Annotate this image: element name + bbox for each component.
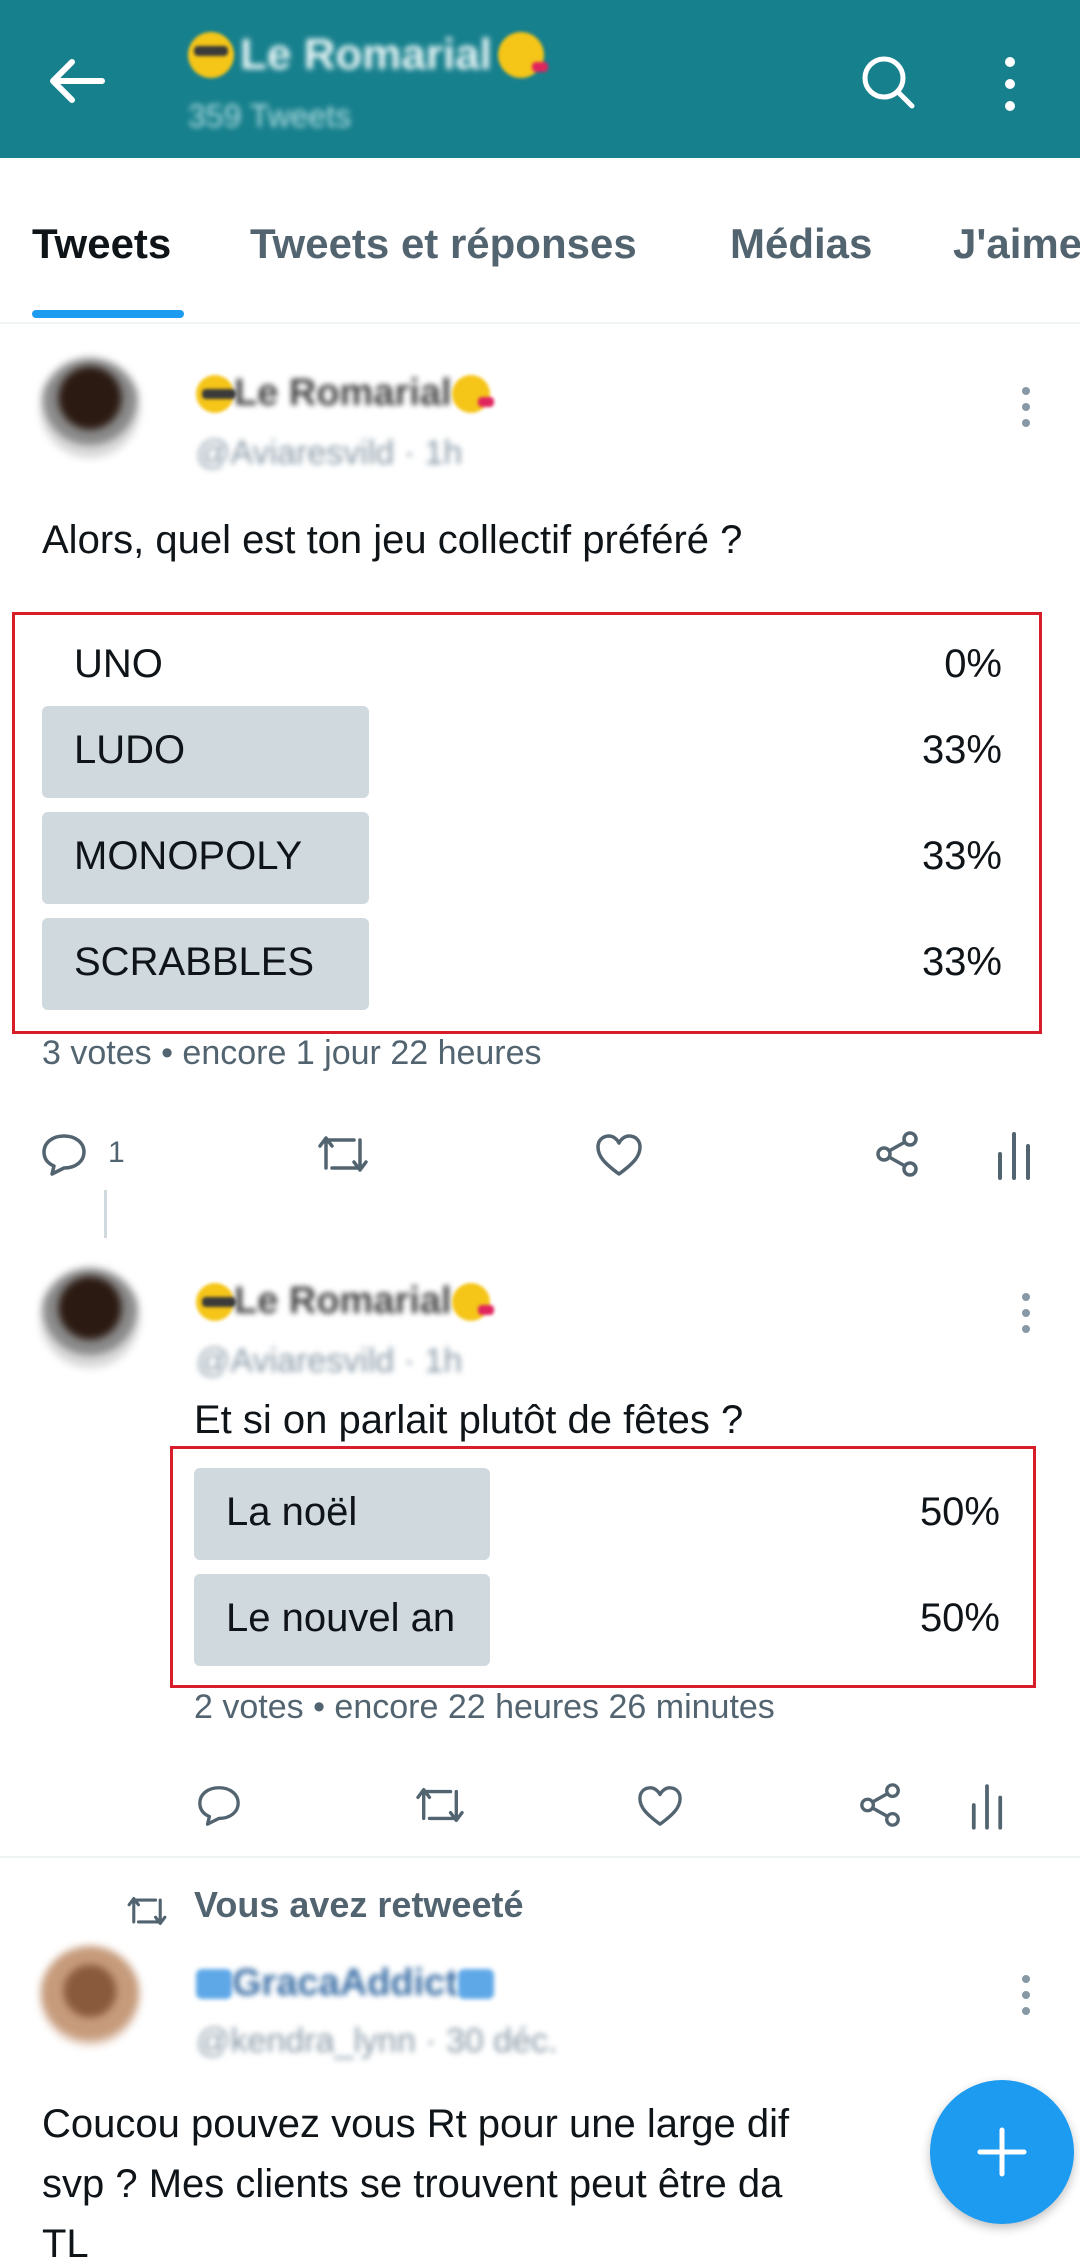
analytics-icon[interactable]	[996, 1130, 1032, 1180]
more-vertical-icon[interactable]	[995, 56, 1025, 112]
avatar[interactable]	[40, 1268, 140, 1368]
retweet-icon[interactable]	[414, 1782, 466, 1828]
poll-meta: 2 votes • encore 22 heures 26 minutes	[194, 1688, 775, 1726]
compose-tweet-button[interactable]	[930, 2080, 1074, 2224]
tab-tweets[interactable]: Tweets	[32, 220, 171, 268]
poll-option-percent: 50%	[919, 1596, 1000, 1640]
tweet-count: 359 Tweets	[188, 98, 352, 134]
like-icon[interactable]	[594, 1132, 644, 1178]
reply-icon[interactable]	[196, 1782, 242, 1828]
active-tab-indicator	[32, 310, 184, 318]
tweet-text-line: svp ? Mes clients se trouvent peut être …	[42, 2162, 783, 2206]
poll-option: La noël 50%	[194, 1468, 1000, 1560]
reply-count: 1	[108, 1136, 125, 1169]
tweet-divider	[0, 1856, 1080, 1858]
poll-meta: 3 votes • encore 1 jour 22 heures	[42, 1034, 542, 1072]
share-icon[interactable]	[874, 1130, 922, 1178]
poll-option: UNO 0%	[42, 620, 1002, 712]
retweeted-icon	[127, 1896, 167, 1925]
tweet-text-line: Coucou pouvez vous Rt pour une large dif	[42, 2102, 790, 2146]
tab-likes[interactable]: J'aime	[953, 220, 1080, 268]
sunglasses-emoji-icon	[196, 374, 236, 413]
tweet-handle: @Aviaresvild · 1h	[196, 1342, 463, 1380]
like-icon[interactable]	[636, 1784, 684, 1828]
tweet-handle: @Aviaresvild · 1h	[196, 434, 463, 472]
retweet-label: Vous avez retweeté	[194, 1884, 524, 1925]
bow-emoji-icon	[457, 1968, 494, 1999]
poll-option-label: SCRABBLES	[74, 940, 315, 984]
tweet-handle: @kendra_lynn · 30 déc.	[196, 2022, 558, 2060]
tweet-text: Et si on parlait plutôt de fêtes ?	[194, 1398, 744, 1442]
profile-tabs: Tweets Tweets et réponses Médias J'aime	[0, 220, 1080, 324]
poll-option-percent: 33%	[921, 834, 1002, 878]
sunglasses-emoji-icon	[196, 1282, 236, 1321]
tweet-text-line: TL	[42, 2222, 89, 2266]
tab-tweets-replies[interactable]: Tweets et réponses	[250, 220, 637, 268]
poll-option-label: Le nouvel an	[226, 1596, 456, 1640]
poll-option-label: La noël	[226, 1490, 358, 1534]
poll-option: SCRABBLES 33%	[42, 918, 1002, 1010]
wink-emoji-icon	[497, 32, 548, 78]
reply-icon[interactable]	[40, 1130, 88, 1178]
wink-emoji-icon	[451, 374, 494, 413]
tweet-author[interactable]: Le Romarial	[196, 372, 494, 415]
poll-option-label: MONOPOLY	[74, 834, 303, 878]
search-icon[interactable]	[858, 52, 918, 112]
plus-icon	[977, 2127, 1027, 2177]
tweet-author[interactable]: Le Romarial	[196, 1280, 494, 1323]
poll-option-percent: 50%	[919, 1490, 1000, 1534]
poll-option: LUDO 33%	[42, 706, 1002, 798]
avatar[interactable]	[40, 358, 140, 458]
tweet-more-icon[interactable]	[1020, 1974, 1032, 2016]
poll-option: MONOPOLY 33%	[42, 812, 1002, 904]
back-arrow-icon[interactable]	[46, 56, 106, 106]
sunglasses-emoji-icon	[188, 32, 234, 78]
poll-option-percent: 33%	[921, 728, 1002, 772]
poll-option-label: LUDO	[74, 728, 186, 772]
share-icon[interactable]	[858, 1782, 904, 1828]
poll-option: Le nouvel an 50%	[194, 1574, 1000, 1666]
profile-title: Le Romarial	[188, 30, 628, 90]
avatar[interactable]	[40, 1946, 140, 2046]
tab-media[interactable]: Médias	[730, 220, 872, 268]
poll-option-percent: 33%	[921, 940, 1002, 984]
poll-option-label: UNO	[74, 642, 163, 686]
thread-connector	[104, 1190, 107, 1238]
retweet-icon[interactable]	[316, 1130, 370, 1178]
bow-emoji-icon	[196, 1968, 232, 1999]
wink-emoji-icon	[451, 1282, 494, 1321]
profile-name: Le Romarial	[240, 30, 492, 79]
tweet-more-icon[interactable]	[1020, 1292, 1032, 1334]
poll-option-percent: 0%	[944, 642, 1002, 686]
tweet-text: Alors, quel est ton jeu collectif préfér…	[42, 518, 743, 562]
tweet-author[interactable]: GracaAddict	[196, 1962, 494, 2005]
tweet-more-icon[interactable]	[1020, 386, 1032, 428]
analytics-icon[interactable]	[970, 1782, 1004, 1830]
